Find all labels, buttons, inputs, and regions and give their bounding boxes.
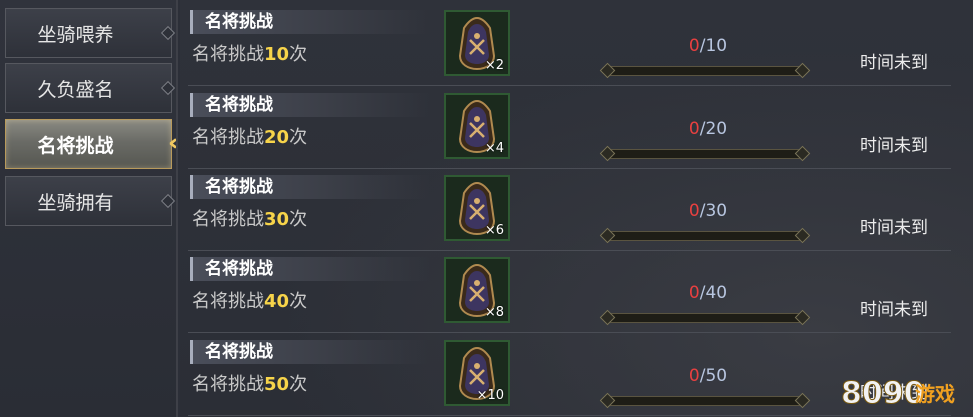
task-status: 时间未到: [860, 136, 928, 156]
progress-track: [610, 231, 800, 241]
task-desc-suffix: 次: [289, 374, 308, 395]
task-desc-count: 30: [264, 209, 290, 230]
reward-count: ×6: [484, 223, 504, 238]
progress-track: [610, 313, 800, 323]
task-status: 时间未到: [860, 218, 928, 238]
progress-total: 40: [705, 283, 728, 303]
progress-bar: [599, 309, 811, 326]
diamond-icon: [160, 193, 176, 209]
progress-total: 30: [705, 201, 728, 221]
progress-bar: [599, 145, 811, 162]
task-title: 名将挑战: [190, 257, 430, 281]
task-desc-prefix: 名将挑战: [192, 374, 264, 395]
sidebar-item-label: 名将挑战: [37, 134, 114, 157]
sidebar-item-mount-owned[interactable]: 坐骑拥有: [5, 176, 176, 226]
progress-track: [610, 66, 800, 76]
reward-count: ×4: [484, 141, 504, 156]
reward-count: ×10: [476, 388, 504, 403]
svg-text:8090: 8090: [841, 376, 925, 411]
task-status: 时间未到: [860, 53, 928, 73]
task-row: 名将挑战 名将挑战20次 ×4 0/20 时间未到: [188, 89, 951, 169]
task-desc-prefix: 名将挑战: [192, 127, 264, 148]
task-title: 名将挑战: [190, 175, 430, 199]
task-desc-count: 10: [264, 44, 290, 65]
progress-total: 50: [705, 366, 728, 386]
progress-text: 0/30: [658, 201, 758, 221]
sidebar: 坐骑喂养 久负盛名 名将挑战 ‹‹ 坐骑拥有: [0, 0, 179, 417]
task-desc-suffix: 次: [289, 44, 308, 65]
sidebar-item-general-challenge[interactable]: 名将挑战 ‹‹: [5, 119, 179, 169]
task-row: 名将挑战 名将挑战30次 ×6 0/30 时间未到: [188, 171, 951, 251]
task-row: 名将挑战 名将挑战40次 ×8 0/40 时间未到: [188, 253, 951, 333]
progress-current: 0: [688, 201, 700, 221]
progress-bar: [599, 227, 811, 244]
reward-count: ×8: [484, 305, 504, 320]
sidebar-item-label: 久负盛名: [37, 78, 114, 101]
progress-text: 0/10: [658, 36, 758, 56]
progress-current: 0: [688, 36, 700, 56]
task-desc-count: 40: [264, 291, 290, 312]
task-desc-count: 50: [264, 374, 290, 395]
task-description: 名将挑战20次: [192, 123, 307, 149]
diamond-icon: [160, 25, 176, 41]
task-desc-prefix: 名将挑战: [192, 291, 264, 312]
task-description: 名将挑战40次: [192, 287, 307, 313]
task-desc-prefix: 名将挑战: [192, 44, 264, 65]
task-description: 名将挑战30次: [192, 205, 307, 231]
task-description: 名将挑战50次: [192, 370, 307, 396]
progress-text: 0/20: [658, 119, 758, 139]
progress-total: 20: [705, 119, 728, 139]
sidebar-item-mount-feeding[interactable]: 坐骑喂养: [5, 8, 176, 58]
task-desc-prefix: 名将挑战: [192, 209, 264, 230]
task-status: 时间未到: [860, 300, 928, 320]
progress-current: 0: [688, 119, 700, 139]
watermark-logo: 8090 游戏: [841, 376, 956, 412]
task-desc-suffix: 次: [289, 291, 308, 312]
task-row: 名将挑战 名将挑战10次 ×2 0/10 时间未到: [188, 6, 951, 86]
reward-item[interactable]: ×4: [444, 93, 510, 159]
reward-count: ×2: [484, 58, 504, 73]
svg-text:游戏: 游戏: [915, 382, 955, 406]
sidebar-item-renown[interactable]: 久负盛名: [5, 63, 176, 113]
progress-total: 10: [705, 36, 728, 56]
progress-text: 0/50: [658, 366, 758, 386]
task-title: 名将挑战: [190, 340, 430, 364]
progress-current: 0: [688, 366, 700, 386]
progress-track: [610, 396, 800, 406]
task-list[interactable]: 名将挑战 名将挑战10次 ×2 0/10 时间未到 名将挑战 名将挑战20次 ×…: [180, 0, 973, 417]
task-description: 名将挑战10次: [192, 40, 307, 66]
diamond-icon: [160, 80, 176, 96]
task-desc-suffix: 次: [289, 127, 308, 148]
reward-item[interactable]: ×6: [444, 175, 510, 241]
progress-current: 0: [688, 283, 700, 303]
progress-track: [610, 149, 800, 159]
sidebar-item-label: 坐骑拥有: [37, 191, 114, 214]
progress-text: 0/40: [658, 283, 758, 303]
reward-item[interactable]: ×2: [444, 10, 510, 76]
progress-bar: [599, 62, 811, 79]
task-desc-suffix: 次: [289, 209, 308, 230]
reward-item[interactable]: ×10: [444, 340, 510, 406]
reward-item[interactable]: ×8: [444, 257, 510, 323]
task-title: 名将挑战: [190, 10, 430, 34]
progress-bar: [599, 392, 811, 409]
task-desc-count: 20: [264, 127, 290, 148]
sidebar-item-label: 坐骑喂养: [37, 23, 114, 46]
task-title: 名将挑战: [190, 93, 430, 117]
